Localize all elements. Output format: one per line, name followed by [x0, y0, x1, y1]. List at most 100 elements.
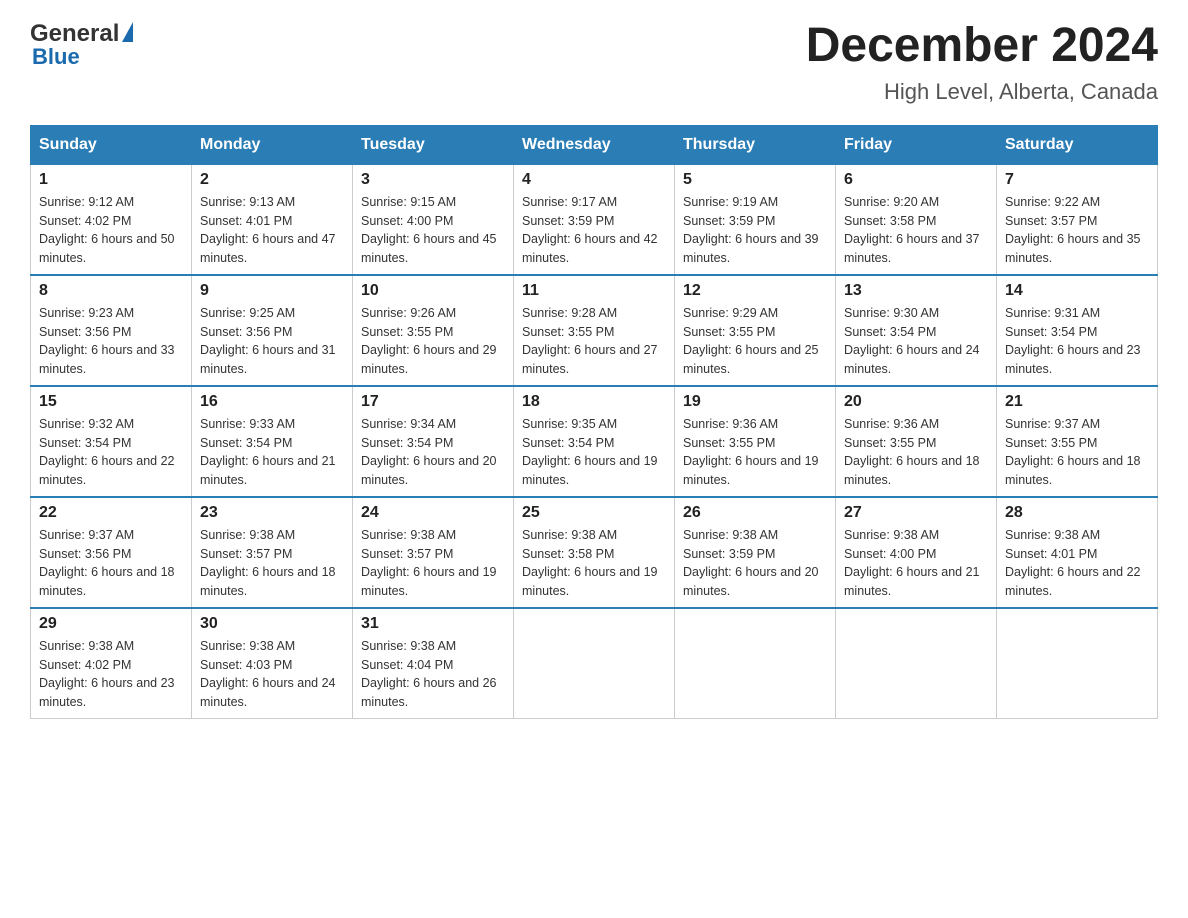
table-row: 24Sunrise: 9:38 AMSunset: 3:57 PMDayligh…: [353, 497, 514, 608]
day-number: 25: [522, 504, 666, 522]
month-title: December 2024: [806, 20, 1158, 73]
day-info: Sunrise: 9:37 AMSunset: 3:56 PMDaylight:…: [39, 526, 183, 601]
day-number: 14: [1005, 282, 1149, 300]
day-info: Sunrise: 9:25 AMSunset: 3:56 PMDaylight:…: [200, 304, 344, 379]
day-number: 30: [200, 615, 344, 633]
col-wednesday: Wednesday: [514, 125, 675, 164]
table-row: 21 Sunrise: 9:37 AMSunset: 3:55 PMDayligh…: [997, 386, 1158, 497]
day-number: 22: [39, 504, 183, 522]
day-number: 28: [1005, 504, 1149, 522]
day-info: Sunrise: 9:36 AMSunset: 3:55 PMDaylight:…: [683, 415, 827, 490]
day-info: Sunrise: 9:17 AMSunset: 3:59 PMDaylight:…: [522, 193, 666, 268]
col-monday: Monday: [192, 125, 353, 164]
day-info: Sunrise: 9:30 AMSunset: 3:54 PMDaylight:…: [844, 304, 988, 379]
day-number: 20: [844, 393, 988, 411]
day-info: Sunrise: 9:38 AMSunset: 4:01 PMDaylight:…: [1005, 526, 1149, 601]
day-number: 19: [683, 393, 827, 411]
calendar-week-row: 8 Sunrise: 9:23 AMSunset: 3:56 PMDaylight…: [31, 275, 1158, 386]
day-number: 23: [200, 504, 344, 522]
day-info: Sunrise: 9:23 AMSunset: 3:56 PMDaylight:…: [39, 304, 183, 379]
logo-arrow-icon: [122, 22, 133, 42]
table-row: 16 Sunrise: 9:33 AMSunset: 3:54 PMDayligh…: [192, 386, 353, 497]
day-info: Sunrise: 9:38 AMSunset: 4:00 PMDaylight:…: [844, 526, 988, 601]
table-row: 11 Sunrise: 9:28 AMSunset: 3:55 PMDayligh…: [514, 275, 675, 386]
location-title: High Level, Alberta, Canada: [806, 79, 1158, 105]
table-row: 15 Sunrise: 9:32 AMSunset: 3:54 PMDayligh…: [31, 386, 192, 497]
day-number: 13: [844, 282, 988, 300]
col-friday: Friday: [836, 125, 997, 164]
table-row: 28 Sunrise: 9:38 AMSunset: 4:01 PMDayligh…: [997, 497, 1158, 608]
day-number: 21: [1005, 393, 1149, 411]
day-number: 27: [844, 504, 988, 522]
table-row: 1 Sunrise: 9:12 AMSunset: 4:02 PMDaylight…: [31, 164, 192, 275]
table-row: 13 Sunrise: 9:30 AMSunset: 3:54 PMDayligh…: [836, 275, 997, 386]
day-info: Sunrise: 9:38 AMSunset: 4:02 PMDaylight:…: [39, 637, 183, 712]
day-info: Sunrise: 9:12 AMSunset: 4:02 PMDaylight:…: [39, 193, 183, 268]
table-row: 7Sunrise: 9:22 AMSunset: 3:57 PMDaylight…: [997, 164, 1158, 275]
table-row: 29 Sunrise: 9:38 AMSunset: 4:02 PMDayligh…: [31, 608, 192, 719]
day-info: Sunrise: 9:38 AMSunset: 3:59 PMDaylight:…: [683, 526, 827, 601]
calendar-week-row: 1 Sunrise: 9:12 AMSunset: 4:02 PMDaylight…: [31, 164, 1158, 275]
page-header: General Blue December 2024 High Level, A…: [30, 20, 1158, 105]
table-row: [836, 608, 997, 719]
calendar-week-row: 15 Sunrise: 9:32 AMSunset: 3:54 PMDayligh…: [31, 386, 1158, 497]
table-row: 5 Sunrise: 9:19 AMSunset: 3:59 PMDaylight…: [675, 164, 836, 275]
day-info: Sunrise: 9:22 AMSunset: 3:57 PMDaylight:…: [1005, 193, 1149, 268]
day-info: Sunrise: 9:38 AMSunset: 3:57 PMDaylight:…: [200, 526, 344, 601]
day-info: Sunrise: 9:26 AMSunset: 3:55 PMDaylight:…: [361, 304, 505, 379]
logo: General Blue: [30, 20, 133, 70]
table-row: 26 Sunrise: 9:38 AMSunset: 3:59 PMDayligh…: [675, 497, 836, 608]
day-number: 3: [361, 171, 505, 189]
table-row: 8 Sunrise: 9:23 AMSunset: 3:56 PMDaylight…: [31, 275, 192, 386]
table-row: 27 Sunrise: 9:38 AMSunset: 4:00 PMDayligh…: [836, 497, 997, 608]
table-row: 25 Sunrise: 9:38 AMSunset: 3:58 PMDayligh…: [514, 497, 675, 608]
day-info: Sunrise: 9:28 AMSunset: 3:55 PMDaylight:…: [522, 304, 666, 379]
day-info: Sunrise: 9:33 AMSunset: 3:54 PMDaylight:…: [200, 415, 344, 490]
day-number: 29: [39, 615, 183, 633]
day-number: 18: [522, 393, 666, 411]
table-row: 31 Sunrise: 9:38 AMSunset: 4:04 PMDayligh…: [353, 608, 514, 719]
day-number: 12: [683, 282, 827, 300]
day-info: Sunrise: 9:37 AMSunset: 3:55 PMDaylight:…: [1005, 415, 1149, 490]
table-row: 9Sunrise: 9:25 AMSunset: 3:56 PMDaylight…: [192, 275, 353, 386]
calendar-header-row: Sunday Monday Tuesday Wednesday Thursday…: [31, 125, 1158, 164]
table-row: 10Sunrise: 9:26 AMSunset: 3:55 PMDayligh…: [353, 275, 514, 386]
title-block: December 2024 High Level, Alberta, Canad…: [806, 20, 1158, 105]
day-number: 17: [361, 393, 505, 411]
table-row: [675, 608, 836, 719]
day-info: Sunrise: 9:20 AMSunset: 3:58 PMDaylight:…: [844, 193, 988, 268]
day-info: Sunrise: 9:15 AMSunset: 4:00 PMDaylight:…: [361, 193, 505, 268]
table-row: 22 Sunrise: 9:37 AMSunset: 3:56 PMDayligh…: [31, 497, 192, 608]
col-tuesday: Tuesday: [353, 125, 514, 164]
day-number: 1: [39, 171, 183, 189]
col-thursday: Thursday: [675, 125, 836, 164]
day-info: Sunrise: 9:32 AMSunset: 3:54 PMDaylight:…: [39, 415, 183, 490]
calendar-table: Sunday Monday Tuesday Wednesday Thursday…: [30, 125, 1158, 719]
day-number: 31: [361, 615, 505, 633]
day-number: 4: [522, 171, 666, 189]
table-row: [997, 608, 1158, 719]
day-info: Sunrise: 9:31 AMSunset: 3:54 PMDaylight:…: [1005, 304, 1149, 379]
day-info: Sunrise: 9:35 AMSunset: 3:54 PMDaylight:…: [522, 415, 666, 490]
day-number: 16: [200, 393, 344, 411]
day-info: Sunrise: 9:38 AMSunset: 4:04 PMDaylight:…: [361, 637, 505, 712]
table-row: 19 Sunrise: 9:36 AMSunset: 3:55 PMDayligh…: [675, 386, 836, 497]
table-row: 20Sunrise: 9:36 AMSunset: 3:55 PMDayligh…: [836, 386, 997, 497]
day-number: 11: [522, 282, 666, 300]
day-info: Sunrise: 9:19 AMSunset: 3:59 PMDaylight:…: [683, 193, 827, 268]
day-number: 15: [39, 393, 183, 411]
table-row: 18 Sunrise: 9:35 AMSunset: 3:54 PMDayligh…: [514, 386, 675, 497]
table-row: 12 Sunrise: 9:29 AMSunset: 3:55 PMDayligh…: [675, 275, 836, 386]
col-saturday: Saturday: [997, 125, 1158, 164]
day-info: Sunrise: 9:34 AMSunset: 3:54 PMDaylight:…: [361, 415, 505, 490]
day-number: 5: [683, 171, 827, 189]
table-row: [514, 608, 675, 719]
day-info: Sunrise: 9:29 AMSunset: 3:55 PMDaylight:…: [683, 304, 827, 379]
table-row: 4 Sunrise: 9:17 AMSunset: 3:59 PMDaylight…: [514, 164, 675, 275]
day-number: 8: [39, 282, 183, 300]
calendar-week-row: 29 Sunrise: 9:38 AMSunset: 4:02 PMDayligh…: [31, 608, 1158, 719]
day-info: Sunrise: 9:38 AMSunset: 4:03 PMDaylight:…: [200, 637, 344, 712]
day-number: 26: [683, 504, 827, 522]
day-info: Sunrise: 9:38 AMSunset: 3:58 PMDaylight:…: [522, 526, 666, 601]
day-info: Sunrise: 9:13 AMSunset: 4:01 PMDaylight:…: [200, 193, 344, 268]
